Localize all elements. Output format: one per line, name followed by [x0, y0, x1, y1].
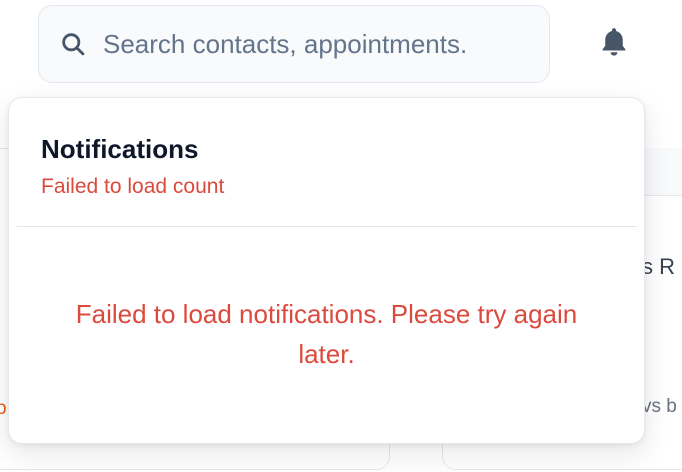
background-heading-right: s R [642, 254, 675, 279]
notifications-error-message: Failed to load notifications. Please try… [75, 299, 578, 369]
notifications-divider [17, 226, 637, 227]
bell-icon [597, 24, 631, 65]
notifications-button[interactable] [594, 24, 634, 64]
search-bar[interactable] [38, 5, 550, 83]
search-icon [57, 28, 89, 60]
background-subtext-right: vs b [642, 396, 677, 417]
background-accent-text: o [0, 398, 7, 419]
notifications-title: Notifications [41, 134, 199, 164]
notifications-popover: Notifications Failed to load count Faile… [8, 97, 645, 444]
search-input[interactable] [103, 28, 543, 60]
notifications-count-error: Failed to load count [41, 175, 225, 198]
notifications-header: Notifications Failed to load count [41, 134, 224, 199]
